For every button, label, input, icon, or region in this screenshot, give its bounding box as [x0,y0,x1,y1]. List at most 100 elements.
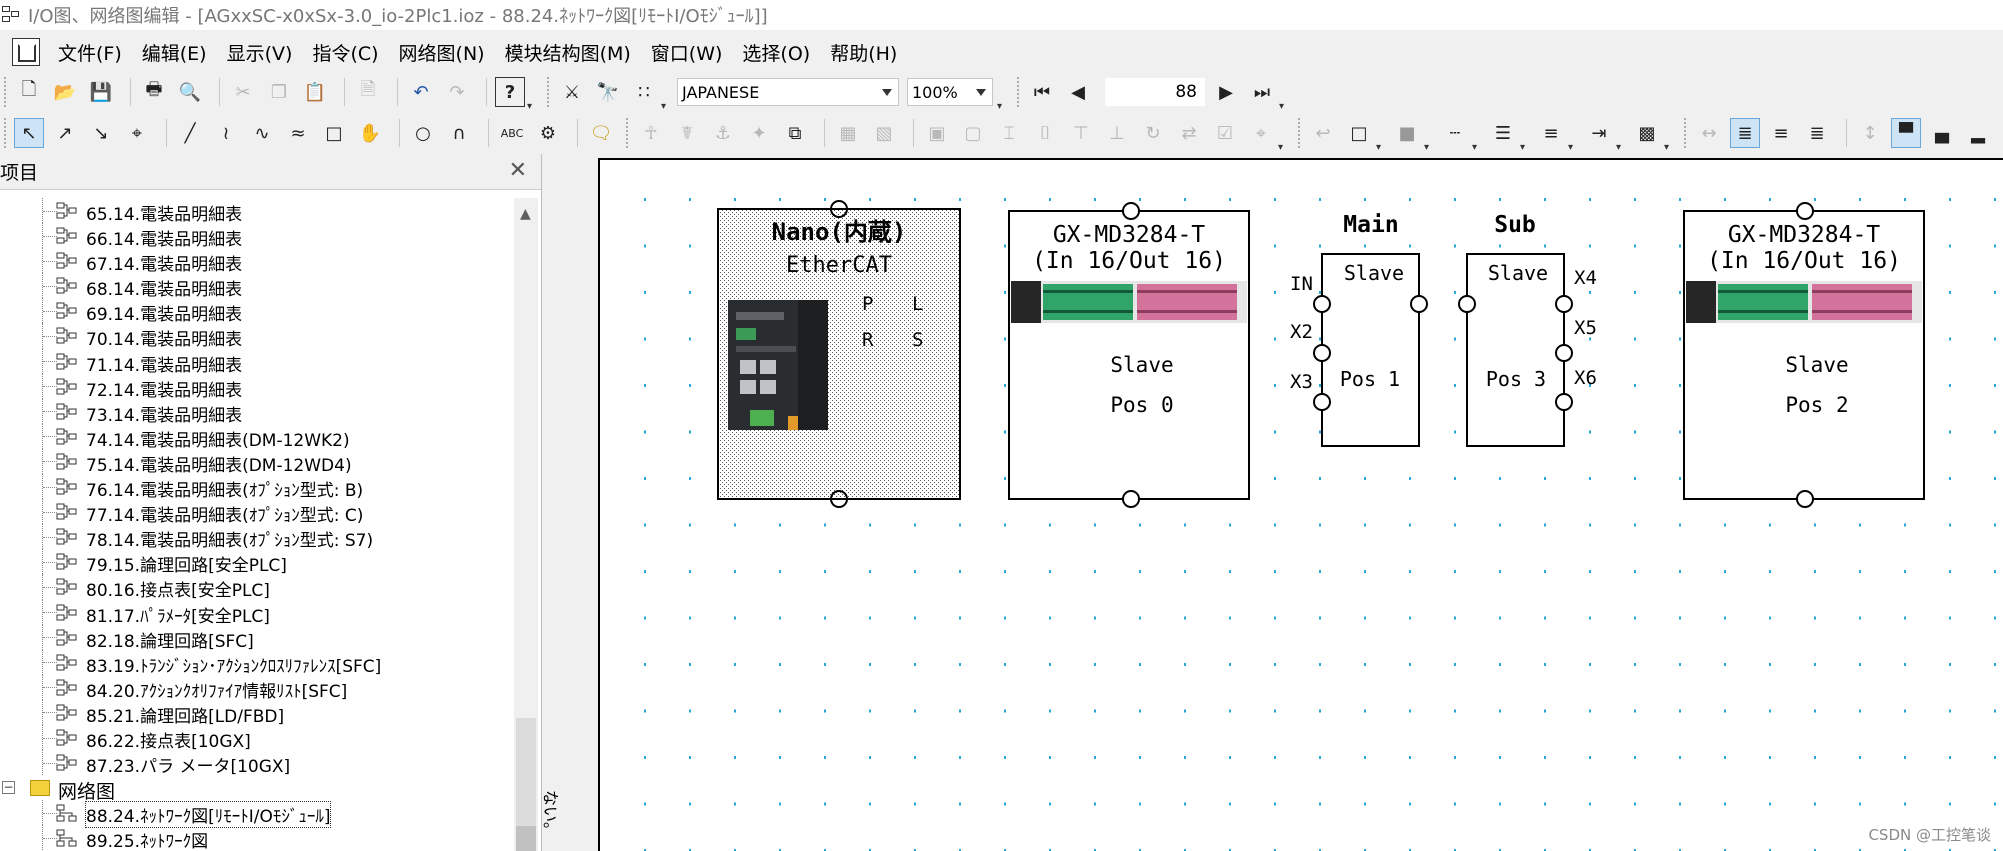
sub-port-x6[interactable] [1555,393,1573,411]
bezier-tool-icon[interactable]: ≈ [283,118,313,148]
tree-item[interactable]: 88.24.ﾈｯﾄﾜｰｸ図[ﾘﾓｰﾄI/Oﾓｼﾞｭｰﾙ] [0,800,514,829]
tree-item[interactable]: 73.14.電装品明細表 [0,398,514,426]
arrange-dropdown-icon[interactable]: ▾ [1278,142,1288,153]
paste-icon[interactable]: 📋 [300,77,330,107]
menu-file[interactable]: 文件(F) [56,37,124,68]
tree-item[interactable]: 74.14.電装品明細表(DM-12WK2) [0,423,514,451]
tree-item[interactable]: 65.14.電装品明細表 [0,198,514,225]
distribute-v-icon[interactable]: ⌷ [1030,118,1060,148]
junction-sub[interactable]: Sub Slave Pos 3 X4 X5 X6 [1458,212,1597,447]
find-icon[interactable]: 🔭 [593,77,623,107]
valign-middle-icon[interactable]: ▄ [1927,118,1957,148]
tree-item[interactable]: 83.19.ﾄﾗﾝｼﾞｼｮﾝ･ｱｸｼｮﾝｸﾛｽﾘﾌｧﾚﾝｽ[SFC] [0,649,514,677]
print-icon[interactable]: 🖶 [139,77,169,107]
tree-item[interactable]: 84.20.ｱｸｼｮﾝｸｵﾘﾌｧｲｱ情報ﾘｽﾄ[SFC] [0,674,514,702]
wire-tool-icon[interactable]: ⚔ [557,77,587,107]
circle-tool-icon[interactable]: ○ [408,118,438,148]
group-tool-icon[interactable]: ⧉ [780,118,810,148]
tree-item[interactable]: 86.22.接点表[10GX] [0,724,514,752]
valign-bottom-icon[interactable]: ▂ [1963,118,1993,148]
module-right-in-port[interactable] [1796,202,1814,220]
pattern-dropdown-icon[interactable]: ▾ [1664,142,1674,153]
select-shape-icon[interactable]: ↗ [50,118,80,148]
comment-tool-icon[interactable]: 🗨 [586,118,616,148]
tree-folder-network[interactable]: − 网络图 [0,775,514,803]
help-dropdown-icon[interactable]: ▾ [527,101,537,112]
module-left-in-port[interactable] [1122,202,1140,220]
polyline-tool-icon[interactable]: ≀ [211,118,241,148]
line-tool-icon[interactable]: ╱ [175,118,205,148]
open-folder-icon[interactable]: 📂 [50,77,80,107]
menu-command[interactable]: 指令(C) [310,37,380,68]
main-port-x3[interactable] [1313,393,1331,411]
fill-dropdown-icon[interactable]: ▾ [1424,142,1434,153]
menu-edit[interactable]: 编辑(E) [140,37,209,68]
tree-item[interactable]: 85.21.論理回路[LD/FBD] [0,699,514,727]
unlink-tool-icon[interactable]: ☤ [672,118,702,148]
tree-item[interactable]: 75.14.電装品明細表(DM-12WD4) [0,448,514,476]
align-group-icon[interactable]: ▦ [833,118,863,148]
junction-main[interactable]: Main Slave Pos 1 IN X2 X3 [1290,212,1428,447]
grid-dots-icon[interactable]: ∷ [629,77,659,107]
align-top-icon[interactable]: ⊤ [1066,118,1096,148]
tree-item[interactable]: 70.14.電装品明細表 [0,323,514,350]
page-number-field[interactable]: 88 [1105,78,1205,106]
tree-item[interactable]: 66.14.電装品明細表 [0,223,514,250]
module-right-out-port[interactable] [1796,490,1814,508]
main-port-x2[interactable] [1313,344,1331,362]
scroll-up-icon[interactable]: ▲ [520,206,531,222]
menu-select[interactable]: 选择(O) [740,37,812,68]
grid-dropdown-icon[interactable]: ▾ [661,101,671,112]
width-fit-icon[interactable]: ↔ [1694,118,1724,148]
undo-icon[interactable]: ↶ [406,77,436,107]
snap-icon[interactable]: ⌖ [1246,118,1276,148]
tree-scrollbar[interactable]: ▲ [514,198,538,851]
first-page-icon[interactable]: ⏮ [1027,77,1057,107]
anchor-tool-icon[interactable]: ⚓ [708,118,738,148]
select-node-icon[interactable]: ⌖ [122,118,152,148]
tree-item[interactable]: 82.18.論理回路[SFC] [0,624,514,652]
controller-block[interactable]: Nano(内蔵) EtherCAT P L R S [717,200,961,508]
border-dropdown-icon[interactable]: ▾ [1376,142,1386,153]
main-port-out[interactable] [1410,295,1428,313]
distribute-h-icon[interactable]: ⌶ [994,118,1024,148]
list-dropdown-icon[interactable]: ▾ [1568,142,1578,153]
scroll-thumb[interactable] [516,826,536,851]
tree-item[interactable]: 87.23.パラ メータ[10GX] [0,750,514,777]
select-text-icon[interactable]: ↘ [86,118,116,148]
dash-dropdown-icon[interactable]: ▾ [1472,142,1482,153]
sub-port-x4[interactable] [1555,295,1573,313]
rectangle-tool-icon[interactable]: □ [319,118,349,148]
module-left-out-port[interactable] [1122,490,1140,508]
align-center-icon[interactable]: ≡ [1766,118,1796,148]
weight-dropdown-icon[interactable]: ▾ [1520,142,1530,153]
text-tool-icon[interactable]: ABC [497,118,527,148]
network-sheet[interactable]: Nano(内蔵) EtherCAT P L R S GX-MD3284-T (I… [598,158,2003,851]
tree-item[interactable]: 79.15.論理回路[安全PLC] [0,549,514,576]
menu-module-structure[interactable]: 模块结构图(M) [503,37,633,68]
previous-page-icon[interactable]: ◀ [1063,77,1093,107]
fill-color-icon[interactable]: ■ [1392,118,1422,148]
lock-icon[interactable]: ☑ [1210,118,1240,148]
collapse-icon[interactable]: − [2,781,15,795]
indent-dropdown-icon[interactable]: ▾ [1616,142,1626,153]
language-select[interactable]: JAPANESE [677,78,899,106]
sub-port-x5[interactable] [1555,344,1573,362]
menu-view[interactable]: 显示(V) [225,37,295,68]
copy-icon[interactable]: ❐ [264,77,294,107]
tree-item[interactable]: 81.17.ﾊﾟﾗﾒｰﾀ[安全PLC] [0,599,514,627]
pattern-icon[interactable]: ▩ [1632,118,1662,148]
io-module-left[interactable]: GX-MD3284-T (In 16/Out 16) Slave Pos 0 [1008,202,1250,508]
next-page-icon[interactable]: ▶ [1211,77,1241,107]
redo-icon[interactable]: ↷ [442,77,472,107]
dash-style-icon[interactable]: ┄ [1440,118,1470,148]
curve-tool-icon[interactable]: ∿ [247,118,277,148]
valign-top-icon[interactable]: ▀ [1891,118,1921,148]
settings-gear-icon[interactable]: ⚙ [533,118,563,148]
menu-network[interactable]: 网络图(N) [397,37,487,68]
zoom-select[interactable]: 100% [907,78,993,106]
toolbar-grip[interactable] [4,77,8,107]
menu-help[interactable]: 帮助(H) [828,37,899,68]
tree-item[interactable]: 77.14.電装品明細表(ｵﾌﾟｼｮﾝ型式: C) [0,499,514,526]
link-tool-icon[interactable]: ☥ [636,118,666,148]
